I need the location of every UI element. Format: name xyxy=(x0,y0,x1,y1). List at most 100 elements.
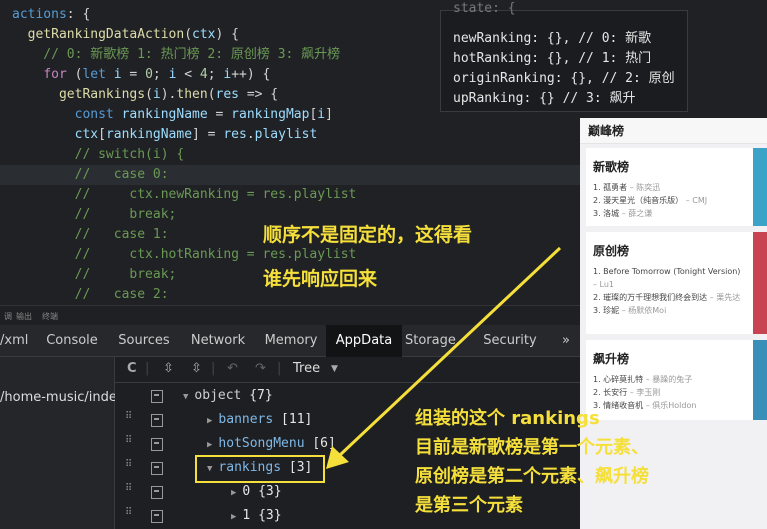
refresh-icon[interactable]: C xyxy=(127,361,137,376)
code-token: i xyxy=(113,67,122,82)
song-title: 1. Before Tomorrow (Tonight Version) xyxy=(593,267,741,276)
tree-node-count: [6] xyxy=(312,436,336,451)
ranking-song-item: 2. 长安行 – 李玉刚 xyxy=(586,386,767,399)
tree-node-label[interactable]: ▶ 0 {3} xyxy=(231,484,282,499)
code-token: getRankings xyxy=(58,87,146,102)
song-artist: – Lu1 xyxy=(593,280,615,289)
tree-node-key: hotSongMenu xyxy=(218,436,305,451)
tab-appdata[interactable]: AppData xyxy=(326,325,402,357)
drag-handle-icon[interactable]: ⠿ xyxy=(125,508,135,523)
caret-right-icon[interactable]: ▶ xyxy=(207,440,212,450)
panel-tab-debug[interactable]: 调 xyxy=(4,311,12,322)
state-field-line: hotRanking: {}, // 1: 热门 xyxy=(453,51,652,66)
tab-sources[interactable]: Sources xyxy=(110,325,178,357)
caret-right-icon[interactable]: ▶ xyxy=(231,512,236,522)
redo-icon[interactable]: ↷ xyxy=(255,361,266,376)
copy-icon[interactable] xyxy=(151,510,163,523)
ranking-song-item: 3. 珍妮 – 杨默依Moi xyxy=(586,304,767,317)
song-artist: – 李玉刚 xyxy=(627,388,661,397)
tree-node-label[interactable]: ▶ 1 {3} xyxy=(231,508,282,523)
devtools-tab-bar: /xml Console Sources Network Memory AppD… xyxy=(0,325,580,357)
tab-storage[interactable]: Storage xyxy=(405,325,465,357)
more-tabs-icon[interactable]: » xyxy=(554,325,578,357)
undo-icon[interactable]: ↶ xyxy=(227,361,238,376)
code-token: i xyxy=(152,87,161,102)
drag-handle-icon[interactable]: ⠿ xyxy=(125,484,135,499)
page-path-item[interactable]: /home-music/index xyxy=(0,390,124,405)
tab-security[interactable]: Security xyxy=(476,325,544,357)
song-title: 2. 璀璨的万千理想我们终会到达 xyxy=(593,293,708,302)
caret-down-icon[interactable]: ▼ xyxy=(183,392,188,402)
state-field-line: newRanking: {}, // 0: 新歌 xyxy=(453,31,652,46)
panel-tab-output[interactable]: 输出 xyxy=(16,311,32,322)
expand-all-icon[interactable]: ⇳ xyxy=(163,361,174,376)
tab-network[interactable]: Network xyxy=(182,325,254,357)
tab-console[interactable]: Console xyxy=(36,325,108,357)
song-title: 2. 长安行 xyxy=(593,388,628,397)
ranking-cover-image xyxy=(753,340,767,420)
song-title: 3. 珍妮 xyxy=(593,306,620,315)
tab-memory[interactable]: Memory xyxy=(258,325,324,357)
ranking-song-item: 3. 情绪收音机 – 俱乐Holdon xyxy=(586,399,767,412)
code-token: = xyxy=(121,67,146,82)
code-token: // ctx.newRanking = res.playlist xyxy=(12,187,357,202)
ranking-card-name: 新歌榜 xyxy=(593,160,630,174)
code-token: ctx xyxy=(74,127,99,142)
tree-node-key: object xyxy=(194,388,242,403)
tree-node-label[interactable]: ▶ banners [11] xyxy=(207,412,312,427)
song-title: 3. 情绪收音机 xyxy=(593,401,644,410)
view-mode-select[interactable]: Tree xyxy=(293,361,320,376)
copy-icon[interactable] xyxy=(151,486,163,499)
ranking-card[interactable]: 新歌榜 1. 孤勇者 – 陈奕迅 2. 漫天星光（纯音乐版） – CMJ 3. 洛城 … xyxy=(586,148,767,226)
code-line: // break; xyxy=(12,265,177,285)
code-token: ( xyxy=(207,87,216,102)
tree-node-label[interactable]: ▶ hotSongMenu [6] xyxy=(207,436,336,451)
song-artist: – 陈奕迅 xyxy=(627,183,661,192)
drag-handle-icon[interactable]: ⠿ xyxy=(125,436,135,451)
code-token: ctx xyxy=(192,27,216,42)
code-token: const xyxy=(74,107,114,122)
ranking-song-item: 2. 璀璨的万千理想我们终会到达 – 栗先达 xyxy=(586,291,767,304)
tab-wxml[interactable]: /xml xyxy=(0,325,30,357)
drag-handle-icon[interactable]: ⠿ xyxy=(125,412,135,427)
copy-icon[interactable] xyxy=(151,462,163,475)
code-token: = xyxy=(207,107,232,122)
panel-tab-terminal[interactable]: 终端 xyxy=(42,311,58,322)
code-token: ] xyxy=(325,107,333,122)
chevron-down-icon[interactable]: ▼ xyxy=(331,364,338,374)
ranking-card[interactable]: 飙升榜 1. 心碎莫扎特 – 暴躁的兔子 2. 长安行 – 李玉刚 3. 情绪收音机 … xyxy=(586,340,767,420)
caret-right-icon[interactable]: ▶ xyxy=(231,488,236,498)
tree-node-count: {7} xyxy=(249,388,273,403)
annotation-rankings-line1: 组装的这个 rankings xyxy=(415,408,600,429)
copy-icon[interactable] xyxy=(151,414,163,427)
annotation-rankings-line2: 目前是新歌榜是第一个元素、 xyxy=(415,437,649,458)
preview-section-title: 巅峰榜 xyxy=(580,118,767,144)
copy-icon[interactable] xyxy=(151,390,163,403)
code-line: // case 1: xyxy=(12,225,169,245)
ranking-cover-image xyxy=(753,148,767,226)
rankings-highlight-box xyxy=(195,455,325,483)
code-token: res xyxy=(223,127,247,142)
tree-node-label[interactable]: ▼ object {7} xyxy=(183,388,273,403)
code-token: ; xyxy=(207,67,224,82)
ranking-song-item: 1. Before Tomorrow (Tonight Version) – L… xyxy=(586,265,767,291)
annotation-rankings-line3: 原创榜是第二个元素、飙升榜 xyxy=(415,466,649,487)
collapse-all-icon[interactable]: ⇳ xyxy=(191,361,202,376)
code-token: : { xyxy=(66,7,91,22)
ranking-song-item: 1. 心碎莫扎特 – 暴躁的兔子 xyxy=(586,373,767,386)
code-token: // break; xyxy=(12,267,177,282)
copy-icon[interactable] xyxy=(151,438,163,451)
caret-right-icon[interactable]: ▶ xyxy=(207,416,212,426)
code-token: for xyxy=(43,67,67,82)
ranking-card[interactable]: 原创榜 1. Before Tomorrow (Tonight Version) … xyxy=(586,232,767,334)
song-title: 3. 洛城 xyxy=(593,209,620,218)
devtools-panel-tabs: 调 输出 终端 xyxy=(0,305,580,325)
drag-handle-icon[interactable]: ⠿ xyxy=(125,460,135,475)
song-title: 1. 孤勇者 xyxy=(593,183,628,192)
tree-node-count: {3} xyxy=(258,508,282,523)
code-line: // ctx.hotRanking = res.playlist xyxy=(12,245,357,265)
code-token: ; xyxy=(152,67,169,82)
code-line: for (let i = 0; i < 4; i++) { xyxy=(12,65,270,85)
